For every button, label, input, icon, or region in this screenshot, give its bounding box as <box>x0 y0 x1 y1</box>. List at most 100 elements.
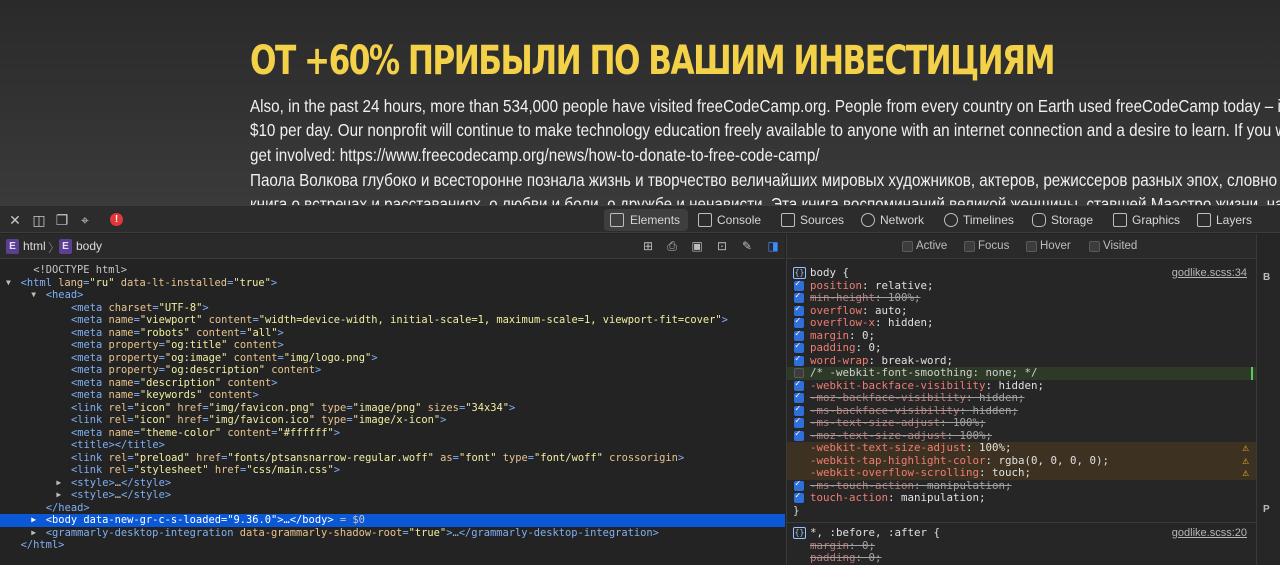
dom-node[interactable]: ▶ <grammarly-desktop-integration data-gra… <box>0 527 785 540</box>
dom-node-text: <meta property="og:description" content> <box>71 364 322 376</box>
tab-sources[interactable]: Sources <box>781 209 844 231</box>
dom-node[interactable]: <!DOCTYPE html> <box>0 264 785 277</box>
tab-storage[interactable]: Storage <box>1032 209 1093 231</box>
element-picker-icon[interactable]: ⌖ <box>76 211 94 229</box>
dom-node[interactable]: ▶ <style>…</style> <box>0 489 785 502</box>
page-preview: ОТ +60% ПРИБЫЛИ ПО ВАШИМ ИНВЕСТИЦИЯМ Als… <box>0 0 1280 205</box>
dom-node[interactable]: <link rel="stylesheet" href="css/main.cs… <box>0 464 785 477</box>
property-checkbox[interactable] <box>794 478 804 491</box>
layout-grid-icon[interactable]: ⊡ <box>715 239 729 253</box>
dom-node[interactable]: <meta charset="UTF-8"> <box>0 302 785 315</box>
dom-node[interactable]: <meta name="description" content> <box>0 377 785 390</box>
close-icon[interactable]: ✕ <box>6 211 24 229</box>
disclosure-closed-icon[interactable]: ▶ <box>56 477 61 490</box>
disclosure-closed-icon[interactable]: ▶ <box>31 527 36 540</box>
rule-source-link[interactable]: godlike.scss:34 <box>1172 267 1247 280</box>
dom-node[interactable]: ▼ <html lang="ru" data-lt-installed="true… <box>0 277 785 290</box>
property-checkbox[interactable] <box>794 415 804 428</box>
tab-network[interactable]: Network <box>861 209 924 231</box>
property-checkbox[interactable] <box>794 353 804 366</box>
property-checkbox[interactable] <box>794 428 804 441</box>
tab-console[interactable]: Console <box>698 209 761 231</box>
dom-node[interactable]: <link rel="preload" href="fonts/ptsansna… <box>0 452 785 465</box>
dom-node[interactable]: ▶ <style>…</style> <box>0 477 785 490</box>
dom-node-text: <grammarly-desktop-integration data-gram… <box>45 526 659 539</box>
property-checkbox[interactable] <box>794 303 804 316</box>
tab-timelines[interactable]: Timelines <box>944 209 1014 231</box>
dom-node-text: <style>…</style> <box>71 489 172 501</box>
disclosure-closed-icon[interactable]: ▶ <box>56 489 61 502</box>
css-rule-icon: {} <box>793 527 806 539</box>
disclosure-open-icon[interactable]: ▼ <box>31 289 36 302</box>
timelines-icon <box>944 213 958 227</box>
property-checkbox[interactable] <box>794 490 804 503</box>
dom-node-text: <link rel="stylesheet" href="css/main.cs… <box>71 464 341 476</box>
breadcrumb-item-html[interactable]: E html <box>6 239 46 254</box>
property-checkbox[interactable] <box>794 340 804 353</box>
property-checkbox[interactable] <box>794 378 804 391</box>
dom-node[interactable]: <meta name="keywords" content> <box>0 389 785 402</box>
tab-label: Sources <box>800 213 845 227</box>
dom-node[interactable]: </html> <box>0 539 785 552</box>
grid-overlay-icon[interactable]: ⊞ <box>641 239 655 253</box>
pseudo-focus-checkbox[interactable]: Focus <box>964 240 1009 252</box>
styles-sidebar: Active Focus Hover Visited {} body {godli… <box>786 234 1257 565</box>
inspector-tab-bar: ✕ ◫ ❐ ⌖ ! Elements Console Sources Netwo… <box>0 205 1280 233</box>
dom-node[interactable]: <meta name="theme-color" content="#fffff… <box>0 427 785 440</box>
detach-window-icon[interactable]: ❐ <box>53 211 71 229</box>
dom-node[interactable]: <meta name="viewport" content="width=dev… <box>0 314 785 327</box>
dock-side-icon[interactable]: ◫ <box>30 211 48 229</box>
tab-layers[interactable]: Layers <box>1197 209 1252 231</box>
warning-icon[interactable]: ⚠ <box>1242 441 1249 455</box>
page-paragraph-line: Also, in the past 24 hours, more than 53… <box>250 96 1280 116</box>
dom-node[interactable]: ▼ <head> <box>0 289 785 302</box>
dom-node-text: <style>…</style> <box>71 476 172 489</box>
property-checkbox[interactable] <box>794 290 804 303</box>
rule-divider <box>787 522 1257 523</box>
dom-node[interactable]: <meta property="og:image" content="img/l… <box>0 352 785 365</box>
disclosure-closed-icon[interactable]: ▶ <box>31 514 36 527</box>
pseudo-active-checkbox[interactable]: Active <box>902 240 947 252</box>
print-icon[interactable]: ⎙ <box>665 239 679 253</box>
dom-node[interactable]: <title></title> <box>0 439 785 452</box>
dom-node-text: <html lang="ru" data-lt-installed="true"… <box>20 276 278 289</box>
dom-node[interactable]: <meta name="robots" content="all"> <box>0 327 785 340</box>
pseudo-hover-checkbox[interactable]: Hover <box>1026 240 1071 252</box>
dom-node[interactable]: <meta property="og:title" content> <box>0 339 785 352</box>
dom-node[interactable]: <link rel="icon" href="img/favicon.ico" … <box>0 414 785 427</box>
css-property[interactable]: touch-action: manipulation; <box>787 490 1257 505</box>
tab-graphics[interactable]: Graphics <box>1113 209 1180 231</box>
dom-node[interactable]: <meta property="og:description" content> <box>0 364 785 377</box>
section-label: P <box>1263 504 1270 515</box>
compositing-icon[interactable]: ▣ <box>690 239 704 253</box>
toggle-sidebar-icon[interactable]: ◨ <box>766 239 780 253</box>
dom-tree[interactable]: <!DOCTYPE html> ▼ <html lang="ru" data-lt-… <box>0 260 785 565</box>
dom-node[interactable]: </head> <box>0 502 785 515</box>
css-property[interactable]: padding: 0; <box>787 551 1257 565</box>
tab-label: Graphics <box>1132 213 1181 227</box>
dom-node-selected[interactable]: ▶ <body data-new-gr-c-s-loaded="9.36.0">…… <box>0 514 785 527</box>
warning-icon[interactable]: ⚠ <box>1242 466 1249 480</box>
dom-node[interactable]: <link rel="icon" href="img/favicon.png" … <box>0 402 785 415</box>
pseudo-visited-checkbox[interactable]: Visited <box>1089 240 1137 252</box>
pseudo-label: Active <box>916 240 948 252</box>
property-checkbox[interactable] <box>794 390 804 403</box>
dom-node-text: <meta name="robots" content="all"> <box>71 326 284 339</box>
css-rules: {}body {godlike.scss:34position: relativ… <box>787 259 1257 565</box>
property-checkbox[interactable] <box>794 368 804 378</box>
disclosure-open-icon[interactable]: ▼ <box>6 277 11 290</box>
property-checkbox[interactable] <box>794 278 804 291</box>
paint-brush-icon[interactable]: ✎ <box>740 239 754 253</box>
pseudo-label: Visited <box>1103 240 1138 252</box>
breadcrumb-item-body[interactable]: E body <box>59 239 102 254</box>
dom-node-text: <head> <box>45 289 84 301</box>
tab-elements[interactable]: Elements <box>604 209 689 231</box>
property-checkbox[interactable] <box>794 315 804 328</box>
element-badge-icon: E <box>6 239 19 254</box>
property-checkbox[interactable] <box>794 403 804 416</box>
rule-source-link[interactable]: godlike.scss:20 <box>1172 527 1247 540</box>
tab-label: Timelines <box>963 213 1014 227</box>
property-checkbox[interactable] <box>794 328 804 341</box>
error-indicator-icon[interactable]: ! <box>110 213 123 226</box>
network-icon <box>861 213 875 227</box>
